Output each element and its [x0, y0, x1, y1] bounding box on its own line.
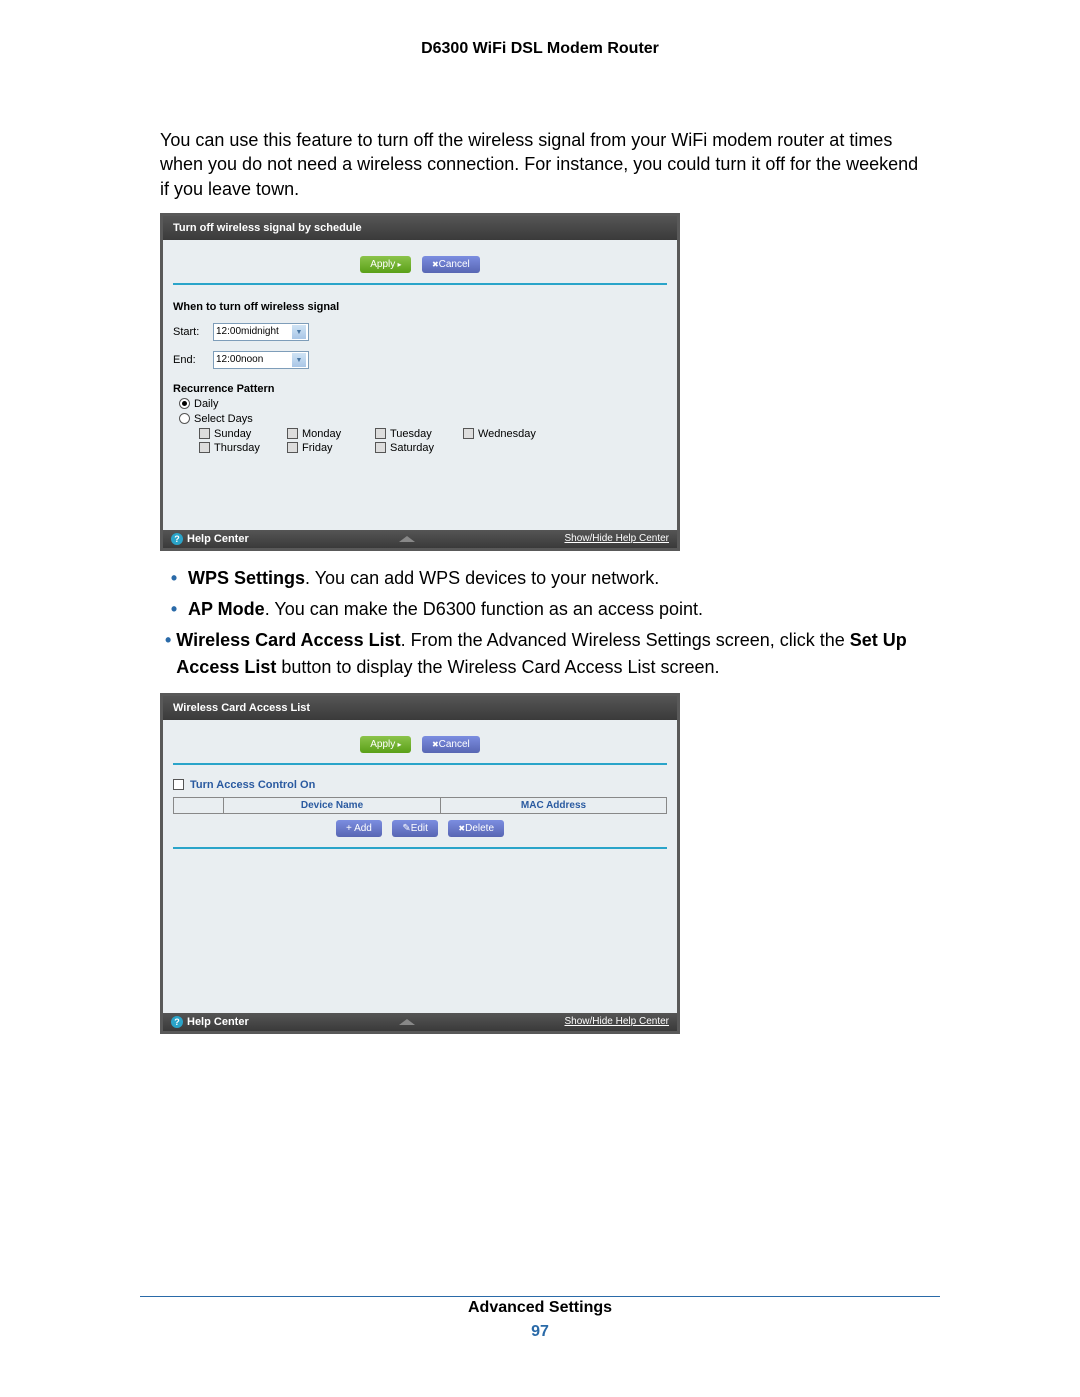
- day-sunday[interactable]: Sunday: [199, 428, 287, 440]
- cancel-button[interactable]: Cancel: [422, 736, 480, 753]
- bullet-icon: •: [160, 565, 188, 592]
- day-saturday[interactable]: Saturday: [375, 442, 463, 454]
- col-device: Device Name: [224, 797, 441, 813]
- col-mac: MAC Address: [441, 797, 667, 813]
- delete-button[interactable]: Delete: [448, 820, 504, 837]
- start-select[interactable]: 12:00midnight: [213, 323, 309, 341]
- cancel-button[interactable]: Cancel: [422, 256, 480, 273]
- end-select[interactable]: 12:00noon: [213, 351, 309, 369]
- end-label: End:: [173, 354, 213, 366]
- showhide-link[interactable]: Show/Hide Help Center: [565, 533, 670, 544]
- when-label: When to turn off wireless signal: [173, 301, 667, 313]
- selectdays-label: Select Days: [194, 413, 253, 425]
- caret-up-icon[interactable]: [399, 1019, 415, 1025]
- help-center-link[interactable]: ? Help Center: [171, 1016, 249, 1028]
- bullet-icon: •: [160, 627, 176, 681]
- radio-icon: [179, 398, 190, 409]
- caret-up-icon[interactable]: [399, 536, 415, 542]
- daily-radio-row[interactable]: Daily: [179, 398, 667, 410]
- day-wednesday[interactable]: Wednesday: [463, 428, 551, 440]
- selectdays-radio-row[interactable]: Select Days: [179, 413, 667, 425]
- start-value: 12:00midnight: [216, 326, 279, 337]
- intro-paragraph: You can use this feature to turn off the…: [160, 128, 920, 201]
- help-icon: ?: [171, 1016, 183, 1028]
- footer-section: Advanced Settings: [0, 1299, 1080, 1317]
- end-value: 12:00noon: [216, 354, 263, 365]
- daily-label: Daily: [194, 398, 218, 410]
- panel-title: Wireless Card Access List: [163, 696, 677, 720]
- day-monday[interactable]: Monday: [287, 428, 375, 440]
- recurrence-label: Recurrence Pattern: [173, 383, 667, 395]
- days-grid: Sunday Monday Tuesday Wednesday Thursday…: [199, 428, 667, 454]
- accesslist-screenshot: Wireless Card Access List Apply Cancel T…: [160, 693, 680, 1034]
- start-label: Start:: [173, 326, 213, 338]
- showhide-link[interactable]: Show/Hide Help Center: [565, 1016, 670, 1027]
- bullet-wps: WPS Settings. You can add WPS devices to…: [188, 565, 659, 592]
- radio-icon: [179, 413, 190, 424]
- help-center-link[interactable]: ? Help Center: [171, 533, 249, 545]
- chevron-down-icon: [292, 353, 306, 367]
- footer-rule: [140, 1296, 940, 1297]
- bullet-icon: •: [160, 596, 188, 623]
- schedule-screenshot: Turn off wireless signal by schedule App…: [160, 213, 680, 551]
- col-select: [174, 797, 224, 813]
- access-table: Device Name MAC Address: [173, 797, 667, 814]
- day-friday[interactable]: Friday: [287, 442, 375, 454]
- turn-access-on[interactable]: Turn Access Control On: [173, 779, 667, 791]
- panel-title: Turn off wireless signal by schedule: [163, 216, 677, 240]
- page-footer: Advanced Settings 97: [0, 1299, 1080, 1341]
- chevron-down-icon: [292, 325, 306, 339]
- page-number: 97: [0, 1323, 1080, 1341]
- bullet-list: • WPS Settings. You can add WPS devices …: [160, 565, 920, 681]
- bullet-accesslist: Wireless Card Access List. From the Adva…: [176, 627, 920, 681]
- day-tuesday[interactable]: Tuesday: [375, 428, 463, 440]
- help-icon: ?: [171, 533, 183, 545]
- apply-button[interactable]: Apply: [360, 256, 411, 273]
- apply-button[interactable]: Apply: [360, 736, 411, 753]
- bullet-apmode: AP Mode. You can make the D6300 function…: [188, 596, 703, 623]
- day-thursday[interactable]: Thursday: [199, 442, 287, 454]
- document-header: D6300 WiFi DSL Modem Router: [160, 40, 920, 58]
- edit-button[interactable]: Edit: [392, 820, 438, 837]
- checkbox-icon: [173, 779, 184, 790]
- add-button[interactable]: Add: [336, 820, 382, 837]
